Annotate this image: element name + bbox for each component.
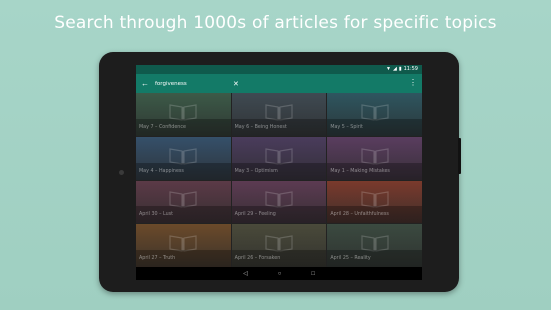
result-card[interactable]: April 26 – Forsaken: [231, 224, 327, 267]
result-card[interactable]: May 5 – Spirit: [327, 93, 422, 136]
result-card[interactable]: May 6 – Being Honest: [231, 93, 327, 136]
result-card[interactable]: May 3 – Optimism: [231, 136, 327, 180]
navigation-bar: ◁ ○ □: [136, 267, 422, 280]
camera: [119, 170, 124, 175]
card-title: April 25 – Reality: [327, 250, 422, 267]
search-input[interactable]: forgiveness: [155, 81, 233, 87]
nav-home-icon[interactable]: ○: [278, 271, 282, 277]
wifi-icon: ▼: [386, 66, 391, 72]
card-title: April 27 – Truth: [136, 250, 231, 267]
status-bar: ▼ ◢ ▮ 11:59: [136, 65, 422, 74]
result-card[interactable]: April 28 – Unfaithfulness: [327, 180, 422, 224]
more-vertical-icon[interactable]: ⋮: [409, 78, 417, 87]
results-grid: May 7 – Confidence May 6 – Being Honest Ma…: [136, 93, 422, 267]
result-card[interactable]: April 29 – Feeling: [231, 180, 327, 224]
result-card[interactable]: April 27 – Truth: [136, 224, 231, 267]
card-title: April 26 – Forsaken: [231, 250, 327, 267]
card-title: May 5 – Spirit: [327, 118, 422, 136]
battery-icon: ▮: [398, 66, 402, 72]
signal-icon: ◢: [392, 66, 397, 72]
card-title: May 7 – Confidence: [136, 118, 231, 136]
side-button: [458, 138, 461, 174]
result-card[interactable]: April 30 – Lust: [136, 180, 231, 224]
close-icon[interactable]: ✕: [233, 80, 403, 88]
status-time: 11:59: [403, 66, 418, 72]
card-title: May 4 – Happiness: [136, 162, 231, 180]
card-title: May 6 – Being Honest: [231, 118, 327, 136]
result-card[interactable]: May 7 – Confidence: [136, 93, 231, 136]
card-title: May 3 – Optimism: [231, 162, 327, 180]
result-card[interactable]: April 25 – Reality: [327, 224, 422, 267]
arrow-back-icon[interactable]: ←: [141, 79, 155, 88]
tablet-frame: ▼ ◢ ▮ 11:59 ← forgiveness ✕ ⋮ May 7 – Co…: [99, 52, 461, 292]
result-card[interactable]: May 4 – Happiness: [136, 136, 231, 180]
search-toolbar: ← forgiveness ✕ ⋮: [136, 74, 422, 93]
nav-recents-icon[interactable]: □: [311, 271, 315, 277]
card-title: April 30 – Lust: [136, 206, 231, 224]
nav-back-icon[interactable]: ◁: [243, 271, 248, 277]
headline: Search through 1000s of articles for spe…: [54, 13, 497, 33]
card-title: April 29 – Feeling: [231, 206, 327, 224]
device-screen: ▼ ◢ ▮ 11:59 ← forgiveness ✕ ⋮ May 7 – Co…: [136, 65, 422, 280]
card-title: May 1 – Making Mistakes: [327, 162, 422, 180]
result-card[interactable]: May 1 – Making Mistakes: [327, 136, 422, 180]
card-title: April 28 – Unfaithfulness: [327, 206, 422, 224]
